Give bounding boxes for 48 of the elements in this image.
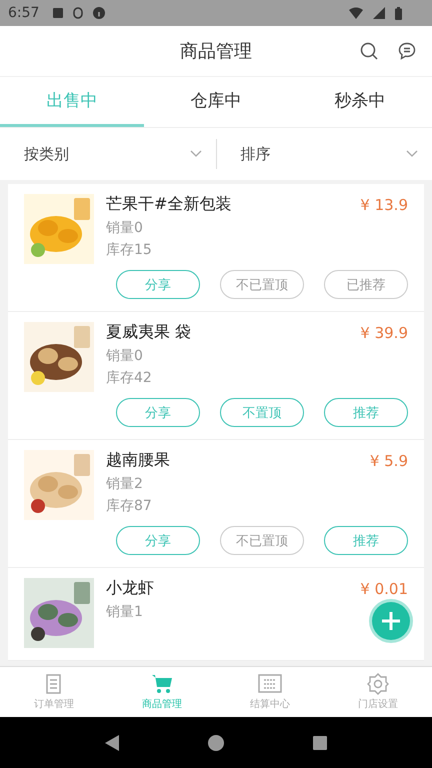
product-price: ¥ 5.9 (370, 452, 408, 470)
product-name: 越南腰果 (106, 450, 170, 471)
action-button[interactable]: 分享 (116, 526, 200, 555)
page-title: 商品管理 (180, 40, 252, 63)
product-name: 芒果干#全新包装 (106, 194, 232, 215)
signal-icon (373, 7, 385, 19)
status-time: 6:57 (8, 5, 40, 21)
product-price: ¥ 39.9 (360, 324, 408, 342)
product-name: 小龙虾 (106, 578, 154, 599)
action-button[interactable]: 不已置顶 (220, 270, 304, 299)
sales-count: 销量2 (106, 475, 144, 493)
product-card[interactable]: 越南腰果 ¥ 5.9 销量2 库存87 分享 不已置顶 推荐 (8, 440, 424, 568)
action-button[interactable]: 不已置顶 (220, 526, 304, 555)
filter-dropdown[interactable]: 排序 (216, 128, 432, 180)
chevron-down-icon (190, 150, 202, 158)
sales-count: 销量0 (106, 219, 144, 237)
plus-icon (380, 610, 402, 632)
action-button[interactable]: 分享 (116, 398, 200, 427)
search-icon[interactable] (360, 42, 378, 60)
cart-icon (151, 673, 173, 695)
wifi-icon (349, 7, 363, 19)
action-button[interactable]: 分享 (116, 270, 200, 299)
chevron-down-icon (406, 150, 418, 158)
action-button[interactable]: 已推荐 (324, 270, 408, 299)
stock-count: 库存15 (106, 241, 153, 259)
product-price: ¥ 13.9 (360, 196, 408, 214)
sales-count: 销量0 (106, 347, 144, 365)
action-button[interactable]: 不置顶 (220, 398, 304, 427)
product-card[interactable]: 夏威夷果 袋 ¥ 39.9 销量0 库存42 分享 不置顶 推荐 (8, 312, 424, 440)
sales-count: 销量1 (106, 603, 144, 621)
message-icon[interactable] (398, 42, 416, 60)
battery-icon (395, 6, 402, 20)
home-icon[interactable] (208, 734, 224, 750)
recents-icon[interactable] (313, 736, 328, 750)
filter-dropdown[interactable]: 按类别 (0, 128, 216, 180)
stock-count: 库存42 (106, 369, 153, 387)
gear-icon (367, 673, 389, 695)
product-price: ¥ 0.01 (360, 580, 408, 598)
product-card[interactable]: 芒果干#全新包装 ¥ 13.9 销量0 库存15 分享 不已置顶 已推荐 (8, 184, 424, 312)
back-icon[interactable] (104, 734, 119, 750)
info-icon (93, 7, 106, 19)
notification-icon (53, 8, 64, 18)
product-name: 夏威夷果 袋 (106, 322, 192, 343)
list-icon (258, 673, 282, 695)
action-button[interactable]: 推荐 (324, 526, 408, 555)
product-card[interactable]: 小龙虾 ¥ 0.01 销量1 (8, 568, 424, 661)
stock-count: 库存87 (106, 497, 153, 515)
action-button[interactable]: 推荐 (324, 398, 408, 427)
